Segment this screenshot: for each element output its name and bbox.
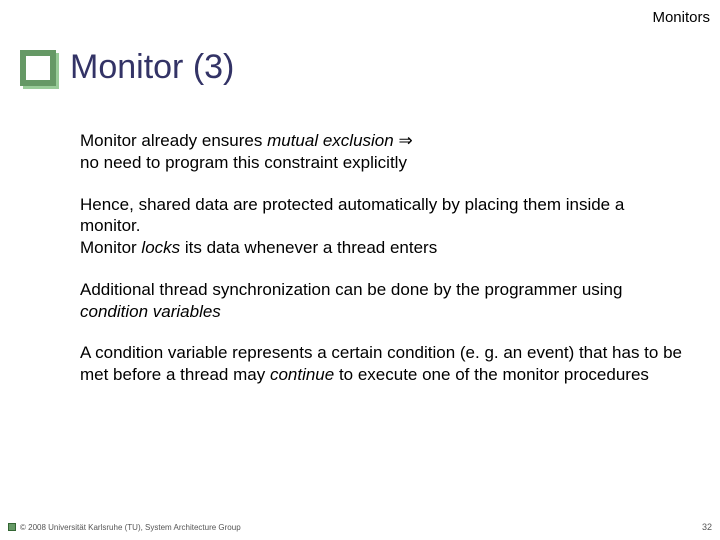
square-bullet-icon [20,50,56,86]
paragraph-2: Hence, shared data are protected automat… [80,194,685,259]
text: Monitor already ensures [80,131,267,150]
paragraph-4: A condition variable represents a certai… [80,342,685,386]
paragraph-3: Additional thread synchronization can be… [80,279,685,323]
italic-text: condition variables [80,302,221,321]
footer-left: © 2008 Universität Karlsruhe (TU), Syste… [8,523,241,532]
text: Additional thread synchronization [80,280,335,299]
text: Monitor [80,238,141,257]
italic-text: mutual exclusion [267,131,394,150]
italic-text: continue [270,365,334,384]
section-header: Monitors [652,9,710,26]
square-outline [20,50,56,86]
text: Hence, shared data are protected automat… [80,195,624,236]
body-content: Monitor already ensures mutual exclusion… [80,130,685,406]
page-number: 32 [702,522,712,532]
text: can be done by the programmer using [335,280,622,299]
text: to execute one of the monitor procedures [334,365,649,384]
slide-title: Monitor (3) [70,48,234,87]
text: no need to program this constraint expli… [80,153,407,172]
slide: Monitors Monitor (3) Monitor already ens… [0,0,720,540]
footer-square-icon [8,523,16,531]
title-row: Monitor (3) [20,48,234,87]
paragraph-1: Monitor already ensures mutual exclusion… [80,130,685,174]
copyright-text: © 2008 Universität Karlsruhe (TU), Syste… [20,523,241,532]
footer: © 2008 Universität Karlsruhe (TU), Syste… [8,522,712,532]
italic-text: locks [141,238,180,257]
arrow-symbol: ⇒ [394,131,413,150]
text: its data whenever a thread enters [180,238,437,257]
